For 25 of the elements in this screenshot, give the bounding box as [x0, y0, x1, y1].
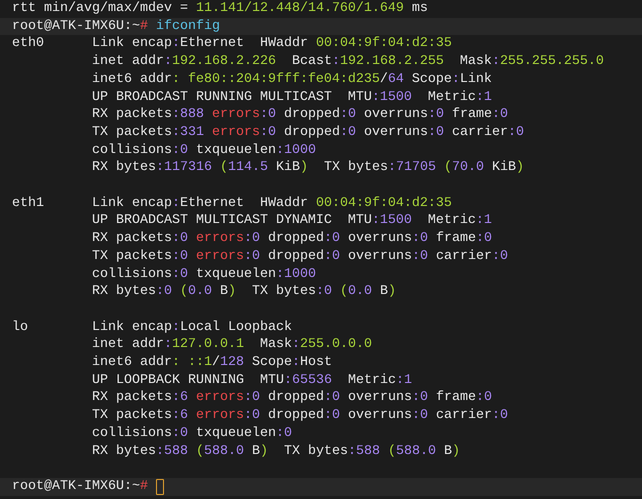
output-line: rtt min/avg/max/mdev = 11.141/12.448/14.760/1.649 ms [12, 0, 428, 18]
output-line: collisions:0 txqueuelen:1000 [90, 266, 316, 284]
output-line: inet6 addr: fe80::204:9fff:fe04:d235/64 Scope:Link [90, 70, 492, 89]
output-line: RX packets:0 errors:0 dropped:0 overruns:0 frame:0 [90, 230, 492, 248]
output-line: UP BROADCAST MULTICAST DYNAMIC MTU:1500 Metric:1 [90, 212, 492, 230]
output-line: eth1 Link encap:Ethernet HWaddr 00:04:9f:04:d2:35 [12, 194, 452, 212]
output-line: RX packets:6 errors:0 dropped:0 overruns:0 frame:0 [90, 389, 492, 408]
prompt-line: root@ATK-IMX6U:~# ifconfig [12, 18, 220, 36]
output-line: inet addr:127.0.0.1 Mask:255.0.0.0 [90, 336, 372, 354]
output-line: TX packets:0 errors:0 dropped:0 overruns:0 carrier:0 [90, 248, 508, 266]
output-line: RX bytes:117316 (114.5 KiB) TX bytes:71705 (70.0 KiB) [90, 159, 524, 178]
output-line: RX packets:888 errors:0 dropped:0 overruns:0 frame:0 [90, 106, 508, 124]
output-line: TX packets:6 errors:0 dropped:0 overruns:0 carrier:0 [90, 407, 508, 425]
output-line: eth0 Link encap:Ethernet HWaddr 00:04:9f:04:d2:35 [12, 35, 452, 54]
prompt-line: root@ATK-IMX6U:~# [12, 478, 148, 496]
output-line: RX bytes:0 (0.0 B) TX bytes:0 (0.0 B) [90, 283, 396, 301]
output-line: UP LOOPBACK RUNNING MTU:65536 Metric:1 [90, 372, 412, 390]
output-line: inet6 addr: ::1/128 Scope:Host [90, 354, 332, 372]
output-line: RX bytes:588 (588.0 B) TX bytes:588 (588.0 B) [90, 442, 460, 460]
output-line: inet addr:192.168.2.226 Bcast:192.168.2.255 Mask:255.255.255.0 [90, 53, 604, 71]
output-line: lo Link encap:Local Loopback [12, 318, 292, 336]
output-line: collisions:0 txqueuelen:1000 [90, 142, 316, 160]
output-line: collisions:0 txqueuelen:0 [90, 424, 292, 443]
output-line: TX packets:331 errors:0 dropped:0 overruns:0 carrier:0 [90, 124, 524, 142]
output-line: UP BROADCAST RUNNING MULTICAST MTU:1500 Metric:1 [90, 88, 492, 106]
